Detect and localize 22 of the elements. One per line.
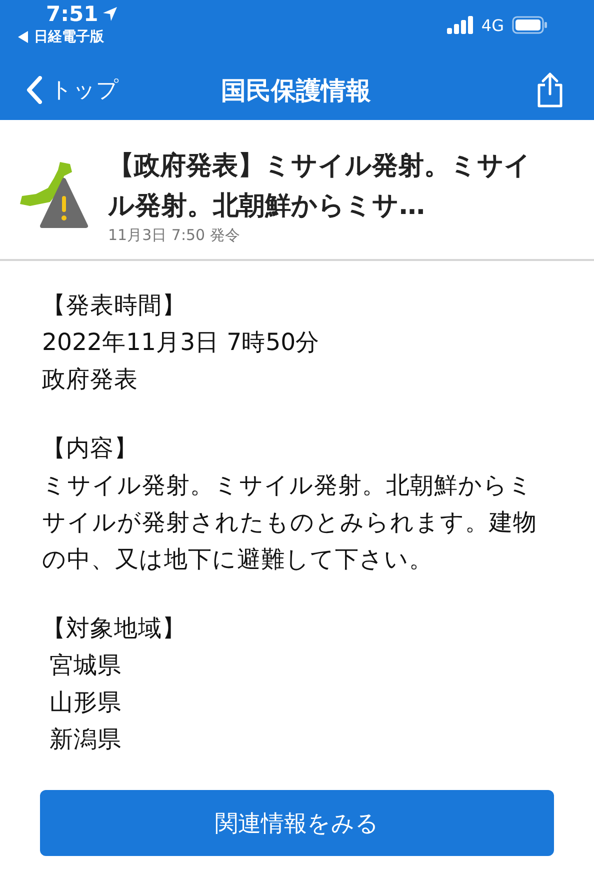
section-text: 山形県 xyxy=(48,687,122,718)
page-title: 国民保護情報 xyxy=(221,74,371,106)
section-text: 宮城県 xyxy=(48,650,122,681)
network-label: 4G xyxy=(481,16,504,34)
back-button[interactable]: トップ xyxy=(26,75,221,105)
issued-time: 11月3日 7:50 発令 xyxy=(108,226,241,245)
section-text: 政府発表 xyxy=(42,364,139,395)
alert-title: 【政府発表】ミサイル発射。ミサイル発射。北朝鮮からミサ… xyxy=(108,150,532,223)
section-heading: 【発表時間】 xyxy=(42,290,187,321)
back-to-app-link[interactable]: 日経電子版 xyxy=(34,28,104,46)
section-text: ミサイル発射。ミサイル発射。北朝鮮からミサイルが発射されたものとみられます。建物の中、又は地下に避難して下さい。 xyxy=(42,470,538,575)
section-text: 2022年11月3日 7時50分 xyxy=(42,327,321,358)
battery-icon xyxy=(512,16,548,34)
location-arrow-icon xyxy=(102,6,118,22)
section-text: 新潟県 xyxy=(48,724,122,755)
chevron-left-icon xyxy=(26,76,42,104)
back-triangle-icon[interactable] xyxy=(18,31,28,43)
section-heading: 【内容】 xyxy=(42,433,139,464)
status-time: 7:51 xyxy=(46,2,98,26)
section-heading: 【対象地域】 xyxy=(42,613,187,644)
related-info-button[interactable]: 関連情報をみる xyxy=(40,790,554,856)
signal-icon xyxy=(447,16,474,34)
